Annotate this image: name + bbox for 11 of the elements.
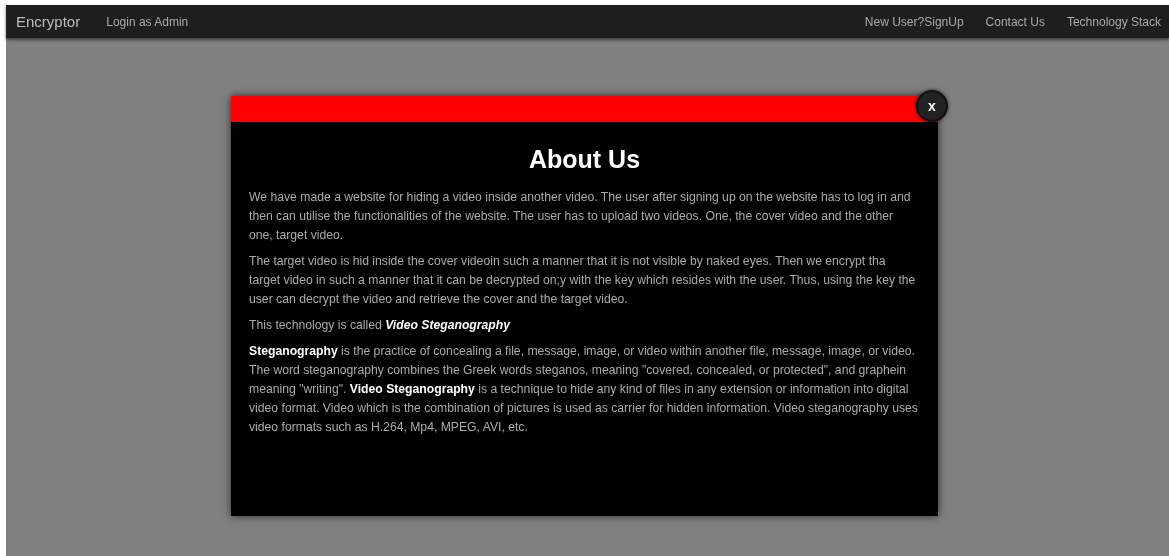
paragraph: Steganography is the practice of concealing a file, message, image, or video within another file, message, image, or video. The word steganography combines the Greek words steganos, meaning "covered, concealed, or protected", and graphein meaning "writing". Video Steganography is a technique to hide any kind of files in any extension or information into digital video format. Video which is the combination of pictures is used as carrier for hidden information. Video steganography uses video formats such as H.264, Mp4, MPEG, AVI, etc. <box>249 343 919 436</box>
nav-link[interactable]: Contact Us <box>985 14 1045 29</box>
nav-link[interactable]: Technology Stack <box>1066 14 1161 29</box>
nav-link[interactable]: New User?SignUp <box>864 14 964 29</box>
modal-title: About Us <box>527 145 642 174</box>
close-button[interactable]: x <box>916 90 948 122</box>
paragraph: The target video is hid inside the cover videoin such a manner that it is not visible by naked eyes. Then we encrypt tha target video in such a manner that it can be decrypted on;y with the key which resides with the user. Thus, using the key the user can decrypt the video and retrieve the cover and the target video. <box>249 253 917 308</box>
paragraph: We have made a website for hiding a video inside another video. The user after signing up on the website has to log in and then can utilise the functionalities of the website. The user has to upload two videos. One, the cover video and the other one, target video. <box>249 189 912 244</box>
paragraph: This technology is called Video Steganography <box>249 317 512 334</box>
brand-name[interactable]: Encryptor <box>16 13 81 30</box>
nav-link[interactable]: Login as Admin <box>106 14 189 29</box>
